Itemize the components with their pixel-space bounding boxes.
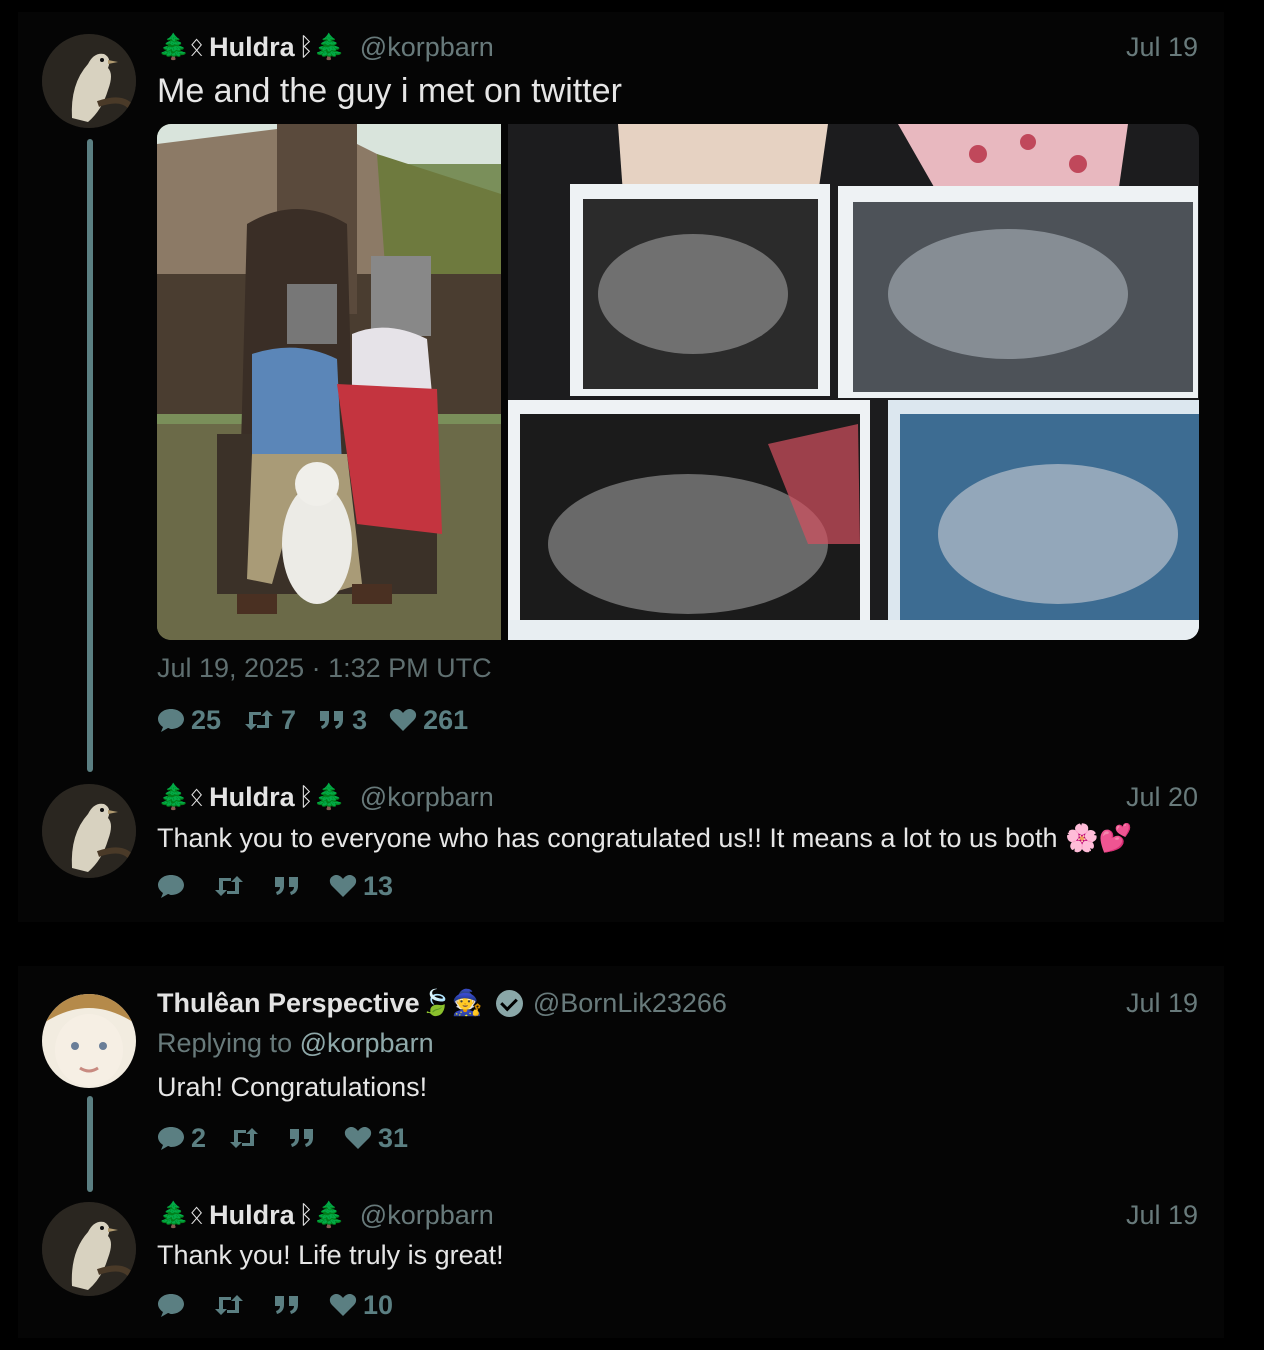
tweet-header: 🌲ᛟ Huldra ᛒ🌲 @korpbarn Jul 19 <box>157 1200 1198 1230</box>
display-name[interactable]: Thulêan Perspective 🍃🧙 <box>157 988 484 1019</box>
tweet-date[interactable]: Jul 19 <box>1126 988 1198 1019</box>
like-count: 31 <box>378 1122 409 1153</box>
comment-icon <box>158 709 184 732</box>
replying-handle[interactable]: @korpbarn <box>300 1028 434 1058</box>
retweet-icon <box>245 710 274 730</box>
tweet-reply-huldra[interactable]: 🌲ᛟ Huldra ᛒ🌲 @korpbarn Jul 20 Thank you … <box>18 762 1224 922</box>
display-name[interactable]: 🌲ᛟ Huldra ᛒ🌲 <box>157 782 346 813</box>
like-count: 10 <box>363 1289 394 1320</box>
verified-icon <box>495 989 523 1017</box>
tweet-text: Urah! Congratulations! <box>157 1072 428 1102</box>
retweet-stat[interactable] <box>213 1293 251 1317</box>
comment-count: 2 <box>191 1122 207 1153</box>
tweet-stats: 13 <box>157 870 415 902</box>
avatar-huldra[interactable] <box>42 784 136 878</box>
comment-icon <box>158 1127 184 1150</box>
display-name[interactable]: 🌲ᛟ Huldra ᛒ🌲 <box>157 32 346 63</box>
handle[interactable]: @korpbarn <box>360 32 494 63</box>
tweet-text: Thank you! Life truly is great! <box>157 1240 504 1270</box>
retweet-stat[interactable] <box>213 874 251 898</box>
thread-main: 🌲ᛟ Huldra ᛒ🌲 @korpbarn Jul 19 Me and the… <box>18 12 1224 922</box>
tweet-date[interactable]: Jul 19 <box>1126 32 1198 63</box>
avatar-huldra[interactable] <box>42 1202 136 1296</box>
name-text: Huldra <box>209 31 295 62</box>
comment-stat[interactable]: 2 <box>157 1123 206 1154</box>
tweet-reply-huldra-2[interactable]: 🌲ᛟ Huldra ᛒ🌲 @korpbarn Jul 19 Thank you!… <box>18 1182 1224 1338</box>
tweet-date[interactable]: Jul 20 <box>1126 782 1198 813</box>
quote-stat[interactable] <box>273 875 307 897</box>
tweet-text: Me and the guy i met on twitter <box>157 72 622 110</box>
tweet-date[interactable]: Jul 19 <box>1126 1200 1198 1231</box>
thread-connector <box>87 139 93 772</box>
comment-icon <box>158 1294 184 1317</box>
tweet-header: 🌲ᛟ Huldra ᛒ🌲 @korpbarn Jul 20 <box>157 782 1198 812</box>
thread-reply: Thulêan Perspective 🍃🧙 @BornLik23266 Jul… <box>18 966 1224 1338</box>
comment-stat[interactable] <box>157 873 191 899</box>
like-count: 13 <box>363 870 394 901</box>
media-gallery[interactable] <box>157 124 1199 640</box>
avatar-thulean[interactable] <box>42 994 136 1088</box>
like-stat[interactable]: 31 <box>344 1123 408 1154</box>
like-stat[interactable]: 10 <box>329 1290 393 1321</box>
tweet-stats: 25 7 3 261 <box>157 704 490 736</box>
name-prefix-emoji: 🌲ᛟ <box>158 1200 205 1229</box>
photo-ultrasounds[interactable] <box>508 124 1199 640</box>
handle[interactable]: @korpbarn <box>360 1200 494 1231</box>
quote-icon <box>320 711 344 729</box>
heart-icon <box>329 875 357 897</box>
display-name[interactable]: 🌲ᛟ Huldra ᛒ🌲 <box>157 1200 346 1231</box>
quote-icon <box>275 877 298 895</box>
heart-icon <box>389 709 417 731</box>
tweet-stats: 2 31 <box>157 1122 430 1154</box>
comment-count: 25 <box>191 704 222 735</box>
quote-stat[interactable]: 3 <box>318 705 367 736</box>
quote-stat[interactable] <box>288 1127 322 1149</box>
name-suffix-emoji: ᛒ🌲 <box>298 1200 345 1229</box>
quote-count: 3 <box>352 704 368 735</box>
retweet-stat[interactable]: 7 <box>243 705 296 736</box>
quote-stat[interactable] <box>273 1294 307 1316</box>
comment-stat[interactable] <box>157 1292 191 1318</box>
tweet-header: Thulêan Perspective 🍃🧙 @BornLik23266 Jul… <box>157 988 1198 1018</box>
comment-icon <box>158 875 184 898</box>
retweet-stat[interactable] <box>228 1126 266 1150</box>
thread-connector <box>87 1096 93 1192</box>
retweet-icon <box>215 1295 243 1315</box>
handle[interactable]: @BornLik23266 <box>533 988 727 1019</box>
tweet-text: Thank you to everyone who has congratula… <box>157 823 1133 853</box>
like-count: 261 <box>423 704 469 735</box>
quote-icon <box>275 1296 298 1314</box>
tweet-timestamp[interactable]: Jul 19, 2025 · 1:32 PM UTC <box>157 653 492 684</box>
retweet-icon <box>215 876 243 896</box>
handle[interactable]: @korpbarn <box>360 782 494 813</box>
tweet-stats: 10 <box>157 1289 415 1321</box>
photo-couple[interactable] <box>157 124 501 640</box>
like-stat[interactable]: 261 <box>389 705 468 736</box>
tweet-header: 🌲ᛟ Huldra ᛒ🌲 @korpbarn Jul 19 <box>157 32 1198 62</box>
comment-stat[interactable]: 25 <box>157 705 221 736</box>
heart-icon <box>344 1127 372 1149</box>
name-prefix-emoji: 🌲ᛟ <box>158 32 205 61</box>
name-text: Huldra <box>209 1199 295 1230</box>
tweet-thulean[interactable]: Thulêan Perspective 🍃🧙 @BornLik23266 Jul… <box>18 966 1224 1196</box>
like-stat[interactable]: 13 <box>329 871 393 902</box>
replying-to: Replying to @korpbarn <box>157 1028 434 1059</box>
quote-icon <box>290 1129 314 1147</box>
heart-icon <box>329 1294 357 1316</box>
name-text: Huldra <box>209 781 295 812</box>
avatar-huldra[interactable] <box>42 34 136 128</box>
name-suffix-emoji: ᛒ🌲 <box>298 32 345 61</box>
replying-label: Replying to <box>157 1028 293 1058</box>
name-text: Thulêan Perspective <box>157 987 420 1018</box>
tweet-main[interactable]: 🌲ᛟ Huldra ᛒ🌲 @korpbarn Jul 19 Me and the… <box>18 12 1224 772</box>
retweet-icon <box>230 1128 259 1148</box>
name-prefix-emoji: 🌲ᛟ <box>158 782 205 811</box>
name-suffix-emoji: ᛒ🌲 <box>298 782 345 811</box>
name-suffix-emoji: 🍃🧙 <box>420 988 483 1017</box>
retweet-count: 7 <box>281 704 297 735</box>
